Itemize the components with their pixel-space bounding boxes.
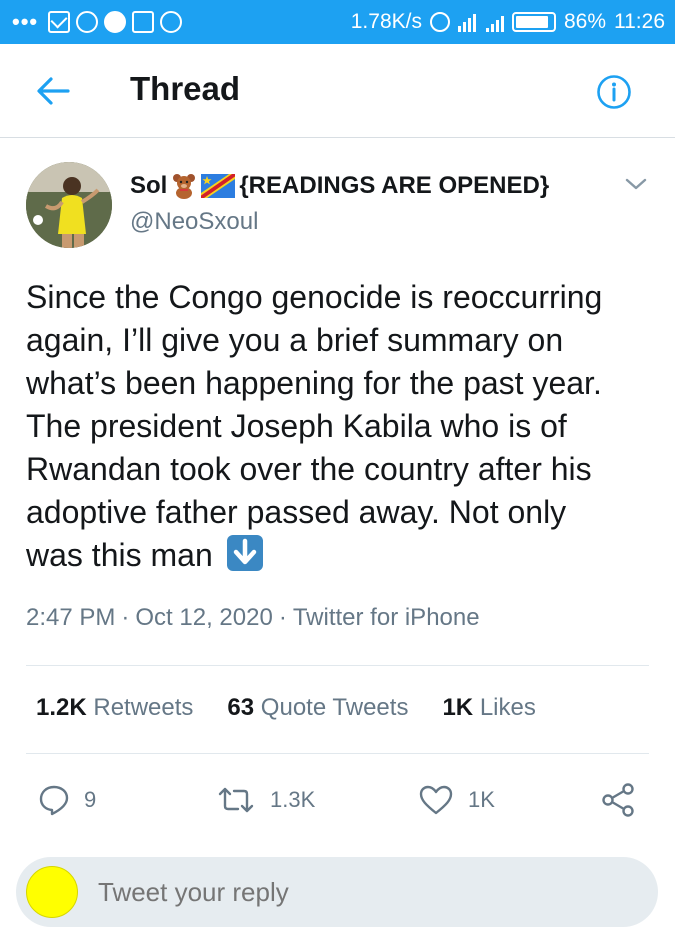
author-avatar[interactable] bbox=[26, 162, 112, 248]
quote-tweets-label: Quote Tweets bbox=[260, 694, 409, 721]
meta-separator: · bbox=[121, 604, 130, 631]
reply-count: 9 bbox=[84, 787, 97, 812]
likes-stat[interactable]: 1K Likes bbox=[442, 694, 535, 722]
quote-tweets-stat[interactable]: 63 Quote Tweets bbox=[227, 694, 408, 722]
retweets-label: Retweets bbox=[93, 694, 194, 721]
likes-label: Likes bbox=[479, 694, 536, 721]
tweet-text-line: was this man bbox=[26, 537, 213, 573]
author-display-suffix: {READINGS ARE OPENED} bbox=[239, 172, 550, 199]
divider bbox=[26, 753, 649, 754]
tweet-stats: 1.2K Retweets 63 Quote Tweets 1K Likes bbox=[36, 694, 536, 722]
circle-icon bbox=[76, 11, 99, 33]
tweet-source[interactable]: Twitter for iPhone bbox=[293, 604, 480, 631]
tweet-text: Since the Congo genocide is reoccurring … bbox=[26, 276, 656, 577]
tweet-date: Oct 12, 2020 bbox=[135, 604, 273, 631]
share-button[interactable] bbox=[600, 776, 636, 824]
tweet-text-line: Rwandan took over the country after his bbox=[26, 451, 592, 487]
reply-icon bbox=[39, 785, 69, 816]
congo-flag-emoji bbox=[201, 174, 236, 198]
tweet-text-line: The president Joseph Kabila who is of bbox=[26, 408, 567, 444]
teddy-bear-emoji bbox=[173, 174, 196, 199]
retweets-count: 1.2K bbox=[36, 694, 87, 721]
battery-icon bbox=[511, 12, 556, 32]
overflow-dots-icon: ••• bbox=[12, 9, 39, 34]
reply-bar bbox=[0, 847, 675, 939]
tweet-text-line: adoptive father passed away. Not only bbox=[26, 494, 567, 530]
author-handle[interactable]: @NeoSxoul bbox=[130, 208, 258, 236]
tweet-meta: 2:47 PM · Oct 12, 2020 · Twitter for iPhone bbox=[26, 604, 480, 632]
meta-separator: · bbox=[278, 604, 287, 631]
chevron-down-icon[interactable] bbox=[624, 176, 648, 192]
tweet-text-line: again, I’ll give you a brief summary on bbox=[26, 322, 564, 358]
user-avatar bbox=[26, 866, 78, 918]
reply-button[interactable]: 9 bbox=[38, 776, 96, 824]
retweet-icon bbox=[218, 787, 254, 813]
tweet-text-line: Since the Congo genocide is reoccurring bbox=[26, 279, 603, 315]
tweet-text-last-line: was this man bbox=[26, 534, 656, 577]
like-count: 1K bbox=[468, 787, 495, 812]
retweet-button[interactable]: 1.3K bbox=[216, 776, 315, 824]
arrow-left-icon[interactable] bbox=[36, 76, 70, 106]
page-title: Thread bbox=[130, 70, 241, 107]
author-display-name: Sol bbox=[130, 172, 168, 199]
mail-icon bbox=[48, 11, 71, 33]
heart-icon bbox=[419, 785, 453, 815]
alarm-icon bbox=[429, 12, 450, 32]
tweet-actions: 9 1.3K 1K bbox=[0, 776, 675, 824]
retweets-stat[interactable]: 1.2K Retweets bbox=[36, 694, 193, 722]
battery-percent: 86% bbox=[563, 10, 606, 33]
sync-icon bbox=[160, 11, 183, 33]
gallery-icon bbox=[132, 11, 155, 33]
reply-input[interactable] bbox=[98, 877, 638, 908]
status-bar: ••• 1.78K/s 86% 11:26 bbox=[0, 0, 675, 44]
status-time: 11:26 bbox=[614, 10, 665, 33]
avatar-image bbox=[26, 162, 112, 248]
vpn-icon bbox=[104, 11, 127, 33]
thread-header: Thread bbox=[0, 44, 675, 138]
status-bar-system: 1.78K/s 86% 11:26 bbox=[351, 0, 665, 44]
tweet-time: 2:47 PM bbox=[26, 604, 116, 631]
down-arrow-emoji bbox=[226, 535, 263, 571]
share-icon bbox=[602, 783, 634, 817]
tweet-text-line: what’s been happening for the past year. bbox=[26, 365, 602, 401]
divider bbox=[26, 665, 649, 666]
likes-count: 1K bbox=[442, 694, 474, 721]
reply-box[interactable] bbox=[16, 857, 658, 927]
like-button[interactable]: 1K bbox=[418, 776, 495, 824]
network-speed: 1.78K/s bbox=[350, 10, 422, 33]
signal-icon bbox=[457, 12, 504, 32]
status-bar-notifications: ••• bbox=[12, 0, 183, 44]
retweet-count: 1.3K bbox=[270, 787, 316, 812]
quote-tweets-count: 63 bbox=[227, 694, 255, 721]
info-icon[interactable] bbox=[596, 74, 632, 110]
author-name[interactable]: Sol {READINGS ARE OPENED} bbox=[130, 172, 549, 200]
